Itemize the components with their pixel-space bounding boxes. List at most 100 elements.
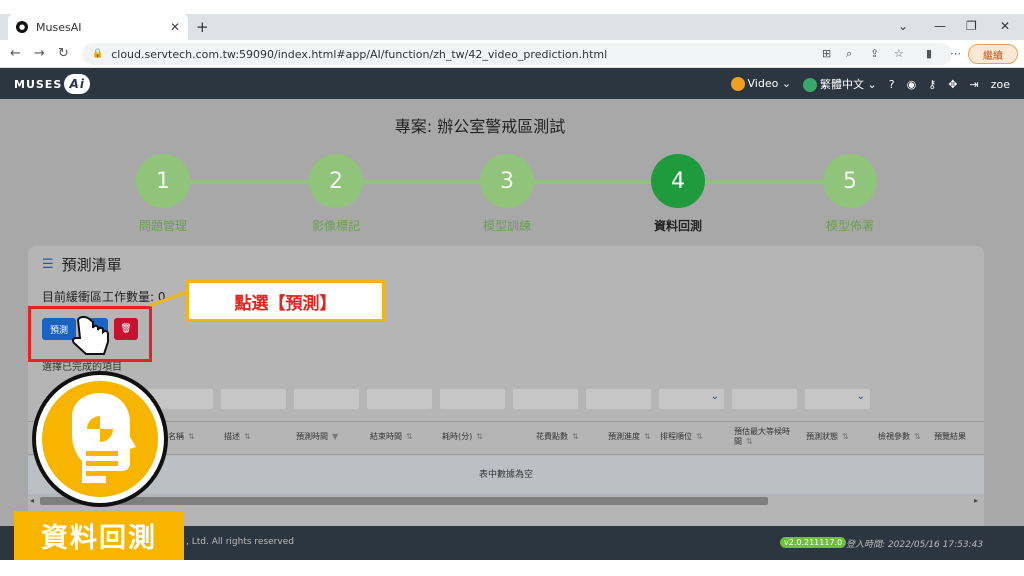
- col-label: 預測狀態: [806, 432, 838, 441]
- new-tab-button[interactable]: +: [196, 18, 209, 36]
- step-circle: 5: [823, 154, 877, 208]
- col-desc[interactable]: 描述 ⇅: [224, 432, 251, 442]
- step-3[interactable]: 3 模型訓練: [452, 154, 562, 234]
- step-circle: 1: [136, 154, 190, 208]
- col-predict-time[interactable]: 預測時間 ▼: [296, 432, 338, 442]
- col-label: 耗時(分): [442, 432, 473, 441]
- video-label: Video: [747, 77, 779, 90]
- zoom-icon[interactable]: ⌕: [846, 47, 852, 61]
- col-end-time[interactable]: 結束時間 ⇅: [370, 432, 413, 442]
- col-duration[interactable]: 耗時(分) ⇅: [442, 432, 483, 442]
- col-params[interactable]: 檢視參數 ⇅: [878, 432, 921, 442]
- sort-icon: ⇅: [476, 432, 483, 441]
- sort-icon: ⇅: [746, 437, 753, 446]
- filter-select[interactable]: ⌄: [659, 389, 724, 409]
- version-badge: v2.0.211117.0: [780, 537, 847, 548]
- callout-box: 點選【預測】: [186, 280, 385, 322]
- logo-ai: Ai: [64, 74, 91, 94]
- video-menu[interactable]: Video ⌄: [730, 77, 791, 91]
- profile-button[interactable]: 繼續: [968, 44, 1018, 64]
- section-badge-label: 資料回測: [14, 511, 184, 560]
- table-header: 名稱 ⇅ 描述 ⇅ 預測時間 ▼ 結束時間 ⇅ 耗時(分) ⇅ 花費點數 ⇅ 預測進度 ⇅ 排…: [28, 421, 984, 455]
- step-circle: 4: [651, 154, 705, 208]
- chevron-down-icon: ⌄: [856, 391, 865, 402]
- extensions-icon[interactable]: ⋯: [950, 47, 961, 60]
- fullscreen-icon[interactable]: ✥: [948, 78, 957, 91]
- col-progress[interactable]: 預測進度 ⇅: [608, 432, 651, 442]
- back-icon[interactable]: ←: [10, 46, 21, 61]
- lock-icon: 🔒: [92, 49, 104, 59]
- logout-icon[interactable]: ⇥: [970, 78, 979, 91]
- step-label: 模型訓練: [482, 219, 531, 233]
- scroll-left-icon[interactable]: ◂: [30, 496, 34, 505]
- col-label: 預估最大等候時間: [734, 427, 790, 446]
- filter-input[interactable]: [221, 389, 286, 409]
- sort-icon: ⇅: [914, 432, 921, 441]
- filter-input[interactable]: [294, 389, 359, 409]
- col-label: 花費點數: [536, 432, 568, 441]
- tab-title: MusesAI: [36, 20, 82, 34]
- filter-input[interactable]: [586, 389, 651, 409]
- help-icon[interactable]: ?: [889, 78, 895, 91]
- translate-icon[interactable]: ⊞: [822, 47, 831, 60]
- col-schedule[interactable]: 排程順位 ⇅: [660, 432, 703, 442]
- step-label: 問題管理: [138, 219, 187, 233]
- ai-head-icon: [72, 393, 136, 483]
- col-cost[interactable]: 花費點數 ⇅: [536, 432, 579, 442]
- bookmark-star-icon[interactable]: ☆: [894, 47, 904, 60]
- side-panel-icon[interactable]: ▮: [926, 47, 932, 60]
- filter-input[interactable]: [732, 389, 797, 409]
- username: zoe: [990, 77, 1010, 91]
- forward-icon[interactable]: →: [34, 46, 45, 61]
- step-5[interactable]: 5 模型佈署: [795, 154, 905, 234]
- settings-icon[interactable]: ◉: [907, 78, 917, 91]
- filter-input[interactable]: [440, 389, 505, 409]
- step-label: 資料回測: [653, 219, 702, 233]
- sort-icon: ⇅: [644, 432, 651, 441]
- step-4[interactable]: 4 資料回測: [623, 154, 733, 234]
- logo-text: MUSES: [14, 77, 63, 91]
- reload-icon[interactable]: ↻: [58, 46, 69, 61]
- filter-select[interactable]: ⌄: [805, 389, 870, 409]
- step-1[interactable]: 1 問題管理: [108, 154, 218, 234]
- section-badge: [32, 371, 168, 507]
- muses-ai-logo[interactable]: MUSES Ai: [14, 74, 91, 94]
- close-window-icon[interactable]: ✕: [1000, 19, 1010, 33]
- horizontal-scrollbar[interactable]: ◂ ▸: [28, 496, 984, 506]
- pointing-hand-icon: [70, 315, 112, 360]
- restore-icon[interactable]: ❐: [966, 19, 977, 33]
- col-name[interactable]: 名稱 ⇅: [168, 432, 195, 442]
- key-icon[interactable]: ⚷: [928, 78, 936, 91]
- card-title-text: 預測清單: [61, 256, 122, 274]
- globe-icon: [803, 78, 818, 92]
- step-2[interactable]: 2 影像標記: [281, 154, 391, 234]
- header-actions: Video ⌄ 繁體中文 ⌄ ? ◉ ⚷ ✥ ⇥ zoe: [730, 76, 1010, 92]
- video-icon: [730, 77, 745, 91]
- buffer-count-text: 目前緩衝區工作數量: 0: [42, 290, 166, 304]
- step-label: 影像標記: [311, 219, 360, 233]
- filter-input[interactable]: [367, 389, 432, 409]
- musesai-favicon-icon: ●: [16, 21, 28, 33]
- app-header: MUSES Ai Video ⌄ 繁體中文 ⌄ ? ◉ ⚷ ✥ ⇥ zoe: [0, 68, 1024, 99]
- browser-tab[interactable]: ● MusesAI ✕: [8, 14, 188, 40]
- copyright-text: , Ltd. All rights reserved: [186, 537, 294, 547]
- minimize-icon[interactable]: —: [934, 19, 946, 33]
- scrollbar-thumb[interactable]: [40, 497, 768, 505]
- bottom-strip: [0, 560, 1024, 576]
- filter-input[interactable]: [513, 389, 578, 409]
- sort-desc-icon: ▼: [332, 432, 339, 441]
- col-preview[interactable]: 預覽結果: [934, 432, 966, 442]
- tab-search-icon[interactable]: ⌄: [898, 19, 908, 33]
- sort-icon: ⇅: [244, 432, 251, 441]
- col-wait[interactable]: 預估最大等候時間 ⇅: [734, 427, 794, 447]
- tab-close-icon[interactable]: ✕: [170, 20, 180, 34]
- share-icon[interactable]: ⇪: [870, 47, 879, 60]
- browser-tab-strip: ● MusesAI ✕ + ⌄ — ❐ ✕: [0, 14, 1024, 40]
- col-label: 預測時間: [296, 432, 328, 441]
- col-status[interactable]: 預測狀態 ⇅: [806, 432, 849, 442]
- language-menu[interactable]: 繁體中文 ⌄: [803, 76, 877, 92]
- sort-icon: ⇅: [696, 432, 703, 441]
- language-label: 繁體中文: [820, 78, 865, 91]
- scroll-right-icon[interactable]: ▸: [974, 496, 978, 505]
- sort-icon: ⇅: [188, 432, 195, 441]
